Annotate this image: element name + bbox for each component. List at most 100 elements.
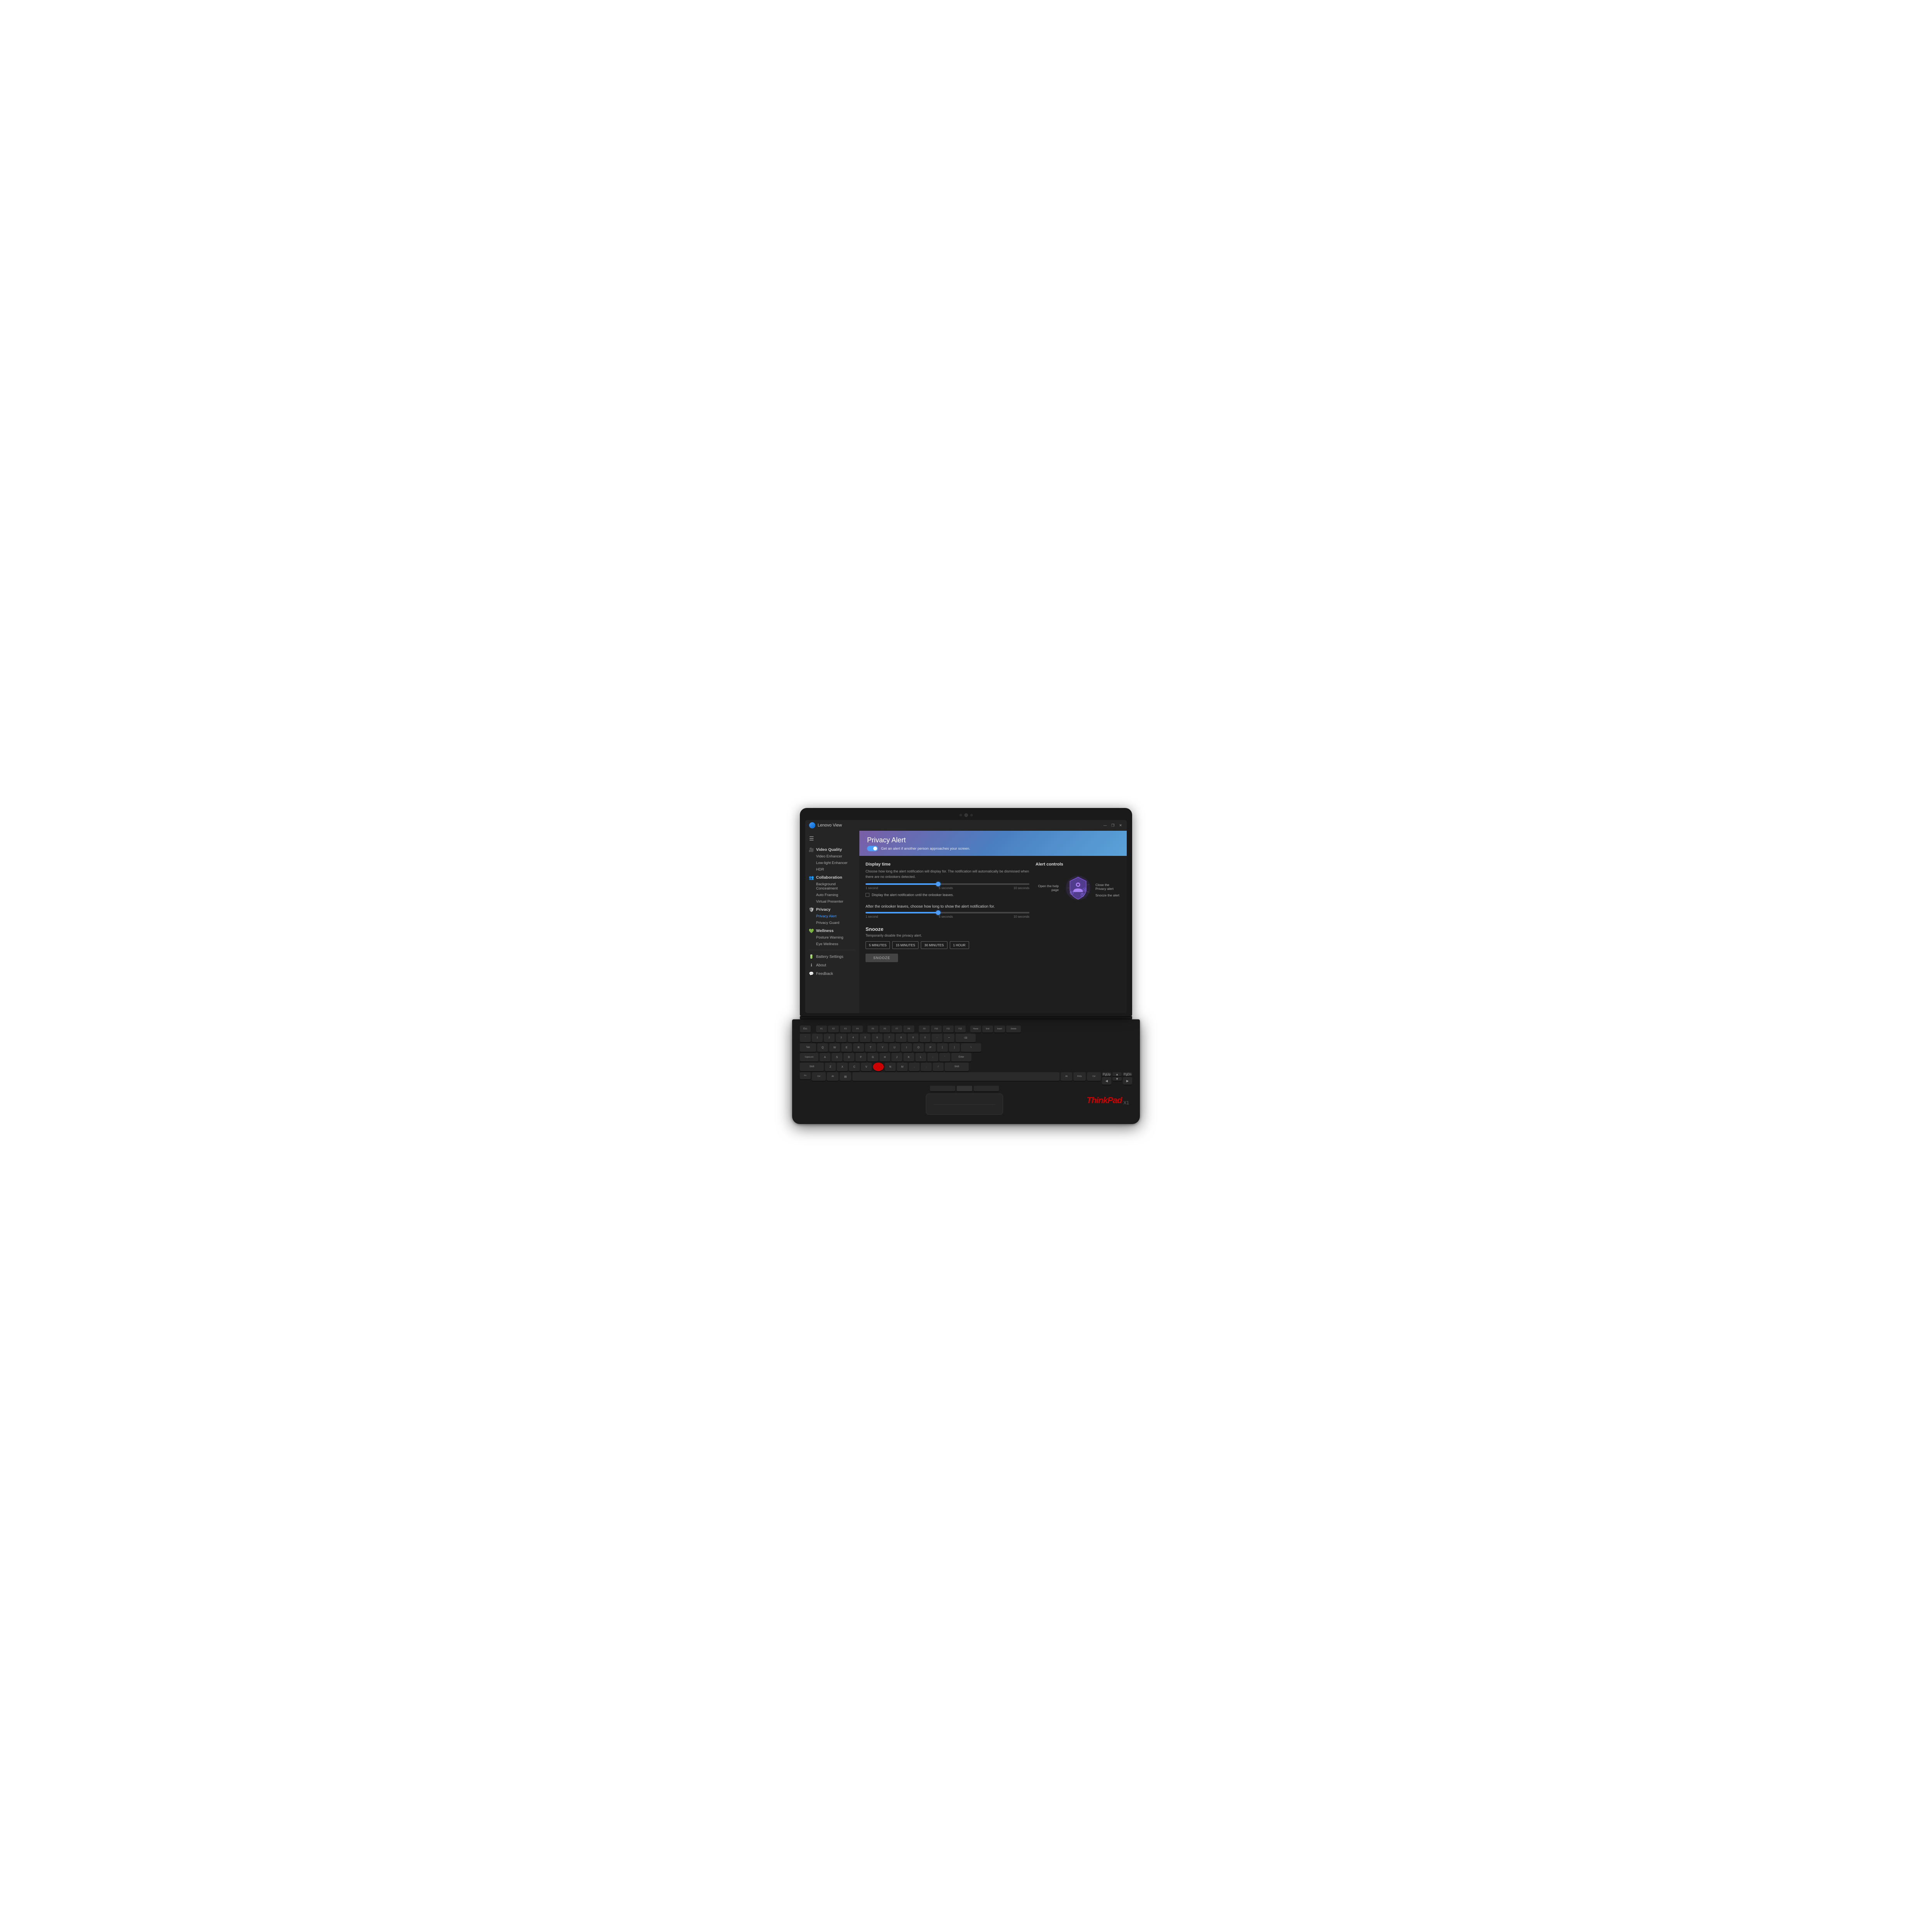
key-f6[interactable]: F6 [879,1026,890,1032]
key-quote[interactable]: ' [939,1053,950,1061]
maximize-button[interactable]: ❐ [1111,823,1115,828]
key-s[interactable]: S [832,1053,842,1061]
key-tab[interactable]: Tab [800,1043,816,1052]
key-f10[interactable]: F10 [931,1026,942,1032]
key-space[interactable] [852,1072,1060,1081]
sidebar-item-hdr[interactable]: HDR [805,866,859,873]
key-x[interactable]: X [837,1063,848,1071]
key-3[interactable]: 3 [836,1034,847,1042]
key-4[interactable]: 4 [848,1034,859,1042]
key-delete[interactable]: Delete [1006,1026,1021,1032]
key-g[interactable]: G [867,1053,878,1061]
key-pgup[interactable]: PgUp [1102,1072,1111,1076]
slider-thumb[interactable] [936,882,940,886]
touchpad[interactable] [926,1094,1003,1115]
sidebar-category-wellness[interactable]: 💚 Wellness [805,926,859,934]
key-2[interactable]: 2 [824,1034,835,1042]
sidebar-category-privacy[interactable]: 🛡 Privacy [805,905,859,913]
key-alt-right[interactable]: Alt [1061,1072,1072,1081]
key-trackpoint[interactable] [873,1063,884,1071]
key-u[interactable]: U [889,1043,900,1052]
key-backslash[interactable]: \ [961,1043,981,1052]
snooze-15min-button[interactable]: 15 MINUTES [892,941,918,949]
sidebar-item-lowlight-enhancer[interactable]: Low-light Enhancer [805,860,859,866]
key-1[interactable]: 1 [812,1034,823,1042]
key-windows[interactable]: ⊞ [840,1072,851,1081]
key-alt-left[interactable]: Alt [827,1072,838,1081]
after-slider-thumb[interactable] [936,910,940,915]
key-n[interactable]: N [885,1063,896,1071]
key-shift-right[interactable]: Shift [945,1063,969,1071]
snooze-1hour-button[interactable]: 1 HOUR [950,941,969,949]
key-d[interactable]: D [844,1053,854,1061]
trackpoint-btn-right[interactable] [974,1086,999,1091]
key-t[interactable]: T [865,1043,876,1052]
hamburger-menu[interactable]: ☰ [805,834,859,845]
key-r[interactable]: R [853,1043,864,1052]
key-end[interactable]: End [982,1026,993,1032]
key-capslock[interactable]: CapsLock [800,1053,818,1061]
key-f8[interactable]: F8 [903,1026,914,1032]
key-backspace[interactable]: ⌫ [956,1034,976,1042]
privacy-alert-toggle[interactable] [867,846,878,851]
key-y[interactable]: Y [877,1043,888,1052]
key-pgdn[interactable]: PgDn [1123,1072,1132,1076]
key-6[interactable]: 6 [872,1034,883,1042]
key-ctrl-right[interactable]: Ctrl [1087,1072,1101,1081]
key-f9[interactable]: F9 [919,1026,930,1032]
trackpoint-btn-middle[interactable] [957,1086,972,1091]
snooze-action-button[interactable]: SNOOZE [866,954,898,962]
key-enter[interactable]: Enter [951,1053,971,1061]
key-shift-left[interactable]: Shift [800,1063,824,1071]
key-m[interactable]: M [897,1063,908,1071]
key-home[interactable]: Home [970,1026,981,1032]
key-v[interactable]: V [861,1063,872,1071]
key-arrow-down[interactable]: ▼ [1112,1077,1122,1081]
key-f11[interactable]: F11 [943,1026,954,1032]
key-equals[interactable]: = [944,1034,954,1042]
key-arrow-up[interactable]: ▲ [1112,1072,1122,1076]
sidebar-item-privacy-alert[interactable]: Privacy Alert [805,913,859,920]
key-w[interactable]: W [829,1043,840,1052]
key-f1[interactable]: F1 [816,1026,827,1032]
minimize-button[interactable]: — [1103,823,1107,828]
key-f7[interactable]: F7 [891,1026,902,1032]
sidebar-category-video-quality[interactable]: 🎥 Video Quality [805,845,859,853]
key-5[interactable]: 5 [860,1034,871,1042]
sidebar-item-video-enhancer[interactable]: Video Enhancer [805,853,859,860]
after-display-slider[interactable]: 1 second 5 seconds 10 seconds [866,912,1029,918]
key-f3[interactable]: F3 [840,1026,851,1032]
key-f[interactable]: F [855,1053,866,1061]
key-h[interactable]: H [879,1053,890,1061]
key-7[interactable]: 7 [884,1034,895,1042]
key-minus[interactable]: - [932,1034,942,1042]
key-backtick[interactable]: ` [800,1034,811,1042]
trackpoint-nub[interactable] [877,1065,880,1068]
key-esc[interactable]: Esc [800,1026,811,1032]
key-i[interactable]: I [901,1043,912,1052]
key-p[interactable]: P [925,1043,936,1052]
key-f4[interactable]: F4 [852,1026,863,1032]
key-lbracket[interactable]: [ [937,1043,948,1052]
key-ctrl-left[interactable]: Ctrl [812,1072,826,1081]
sidebar-item-posture-warning[interactable]: Posture Warning [805,934,859,941]
sidebar-item-virtual-presenter[interactable]: Virtual Presenter [805,898,859,905]
trackpoint-btn-left[interactable] [930,1086,955,1091]
key-a[interactable]: A [820,1053,830,1061]
key-9[interactable]: 9 [908,1034,918,1042]
sidebar-category-collaboration[interactable]: 👥 Collaboration [805,873,859,881]
key-arrow-left[interactable]: ◀ [1102,1077,1111,1085]
key-f2[interactable]: F2 [828,1026,839,1032]
key-e[interactable]: E [841,1043,852,1052]
key-semicolon[interactable]: ; [927,1053,938,1061]
sidebar-item-battery-settings[interactable]: 🔋 Battery Settings [805,952,859,961]
display-until-leaves-checkbox[interactable] [866,893,869,897]
key-insert[interactable]: Insert [994,1026,1005,1032]
key-8[interactable]: 8 [896,1034,906,1042]
key-q[interactable]: Q [817,1043,828,1052]
key-slash[interactable]: / [933,1063,944,1071]
key-fn[interactable]: Fn [800,1072,811,1079]
snooze-5min-button[interactable]: 5 MINUTES [866,941,890,949]
sidebar-item-about[interactable]: ℹ About [805,961,859,969]
snooze-30min-button[interactable]: 30 MINUTES [921,941,947,949]
